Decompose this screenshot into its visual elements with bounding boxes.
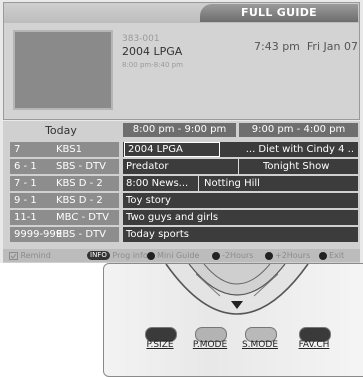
s-mode-label: S.MODE [241,340,279,350]
preview-thumbnail [13,30,113,110]
legend-exit-label: Exit [329,251,345,260]
channel-cell[interactable]: 9999-999 EBS - DTV [10,227,119,242]
channel-number: 11-1 [14,212,37,223]
program-cell[interactable]: ... Diet with Cindy 4 .. [230,142,358,157]
channel-row[interactable]: 9999-999 EBS - DTV Today sports [3,227,360,243]
program-cell[interactable]: 2004 LPGA [124,142,220,157]
program-track: Today sports [123,227,358,242]
channel-cell[interactable]: 7 KBS1 [10,142,119,157]
program-cell[interactable]: Toy story [123,193,358,208]
legend-mini-guide[interactable]: Mini Guide [147,249,199,262]
channel-number: 7 - 1 [14,178,37,189]
legend-remind[interactable]: Remind [9,249,51,262]
channel-cell[interactable]: 9 - 1 KBS D - 2 [10,193,119,208]
guide-grid: Today 8:00 pm - 9:00 pm 9:00 pm - 4:00 p… [3,121,360,263]
channel-row[interactable]: 11-1 MBC - DTV Two guys and girls [3,210,360,226]
channel-cell[interactable]: 6 - 1 SBS - DTV [10,159,119,174]
channel-name: KBS1 [56,144,82,155]
blue-button-icon [319,251,327,260]
time-slot-header: 9:00 pm - 4:00 pm [239,123,358,137]
guide-title-tab: FULL GUIDE [200,4,358,22]
legend-plus-2hours[interactable]: +2Hours [265,249,310,262]
legend-minus-2hours-label: -2Hours [222,251,254,260]
program-cell[interactable]: Predator [123,159,238,174]
channel-number: 7 [14,144,21,155]
tv-screen: FULL GUIDE 383-001 2004 LPGA 8:00 pm-8:4… [0,0,363,263]
legend-plus-2hours-label: +2Hours [275,251,311,260]
legend-minus-2hours[interactable]: -2Hours [212,249,253,262]
program-cell[interactable]: Two guys and girls [123,210,358,225]
yellow-button-icon [265,251,273,260]
program-time: 8:00 pm-8:40 pm [122,61,183,69]
channel-number: 9 - 1 [14,195,37,206]
channel-row[interactable]: 7 KBS1 2004 LPGA ... Diet with Cindy 4 .… [3,142,360,158]
legend-exit[interactable]: Exit [319,249,344,262]
program-cell[interactable]: Tonight Show [238,159,358,174]
channel-name: SBS - DTV [56,161,106,172]
clock: 7:43 pm Fri Jan 07 [254,40,358,53]
channel-row[interactable]: 7 - 1 KBS D - 2 8:00 News... Notting Hil… [3,176,360,192]
legend-prog-info[interactable]: INFO Prog info [87,249,148,262]
legend-mini-guide-label: Mini Guide [157,251,200,260]
p-mode-label: P.MODE [192,340,228,350]
fav-ch-label: FAV.CH [298,340,330,350]
p-size-label: P.SIZE [146,340,174,350]
channel-row[interactable]: 6 - 1 SBS - DTV Predator Tonight Show [3,159,360,175]
program-info: 383-001 2004 LPGA 8:00 pm-8:40 pm [122,34,183,69]
channel-name: EBS - DTV [56,229,106,240]
legend-prog-info-label: Prog info [112,251,148,260]
info-panel: FULL GUIDE 383-001 2004 LPGA 8:00 pm-8:4… [3,2,360,120]
remote-control: P.SIZE P.MODE S.MODE FAV.CH [0,263,363,377]
channel-number: 9999-999 [14,229,63,240]
channel-name: MBC - DTV [56,212,109,223]
program-title: 2004 LPGA [122,45,183,58]
remind-icon [9,251,18,260]
program-cell[interactable]: Today sports [123,227,358,242]
legend-remind-label: Remind [20,251,51,260]
remote-body: P.SIZE P.MODE S.MODE FAV.CH [103,263,363,377]
green-button-icon [212,251,220,260]
channel-name: KBS D - 2 [56,178,103,189]
program-cell[interactable]: Notting Hill [198,176,358,191]
program-track: Toy story [123,193,358,208]
program-track: Two guys and girls [123,210,358,225]
program-track: 2004 LPGA ... Diet with Cindy 4 .. [123,142,358,157]
info-button-icon: INFO [87,251,110,260]
time-slot-header: 8:00 pm - 9:00 pm [123,123,236,137]
channel-cell[interactable]: 7 - 1 KBS D - 2 [10,176,119,191]
header-bar: FULL GUIDE [4,3,359,23]
program-cell[interactable]: 8:00 News... [123,176,198,191]
program-track: 8:00 News... Notting Hill [123,176,358,191]
legend-bar: Remind INFO Prog info Mini Guide -2Hours… [3,249,360,262]
date-label: Today [45,124,77,137]
red-button-icon [147,251,155,260]
channel-cell[interactable]: 11-1 MBC - DTV [10,210,119,225]
program-track: Predator Tonight Show [123,159,358,174]
channel-name: KBS D - 2 [56,195,103,206]
dpad-icon [165,264,309,315]
channel-row[interactable]: 9 - 1 KBS D - 2 Toy story [3,193,360,209]
channel-number: 6 - 1 [14,161,37,172]
program-code: 383-001 [122,34,160,44]
